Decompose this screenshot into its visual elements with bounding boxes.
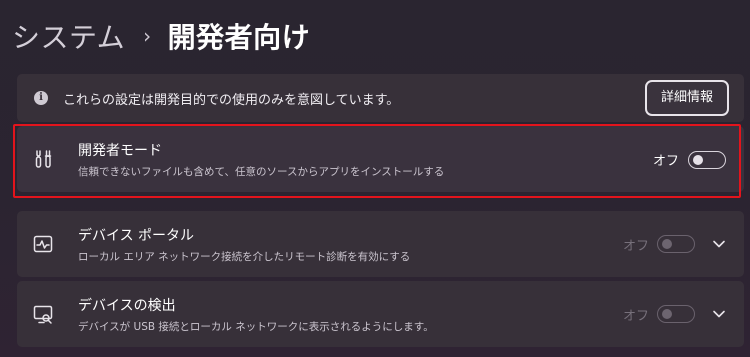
breadcrumb: システム › 開発者向け (12, 14, 310, 58)
device-discovery-description: デバイスが USB 接続とローカル ネットワークに表示されるようにします。 (78, 321, 434, 333)
info-banner: i これらの設定は開発目的での使用のみを意図しています。 詳細情報 (17, 74, 744, 122)
device-portal-toggle-label: オフ (623, 239, 650, 254)
chevron-down-icon[interactable] (712, 239, 726, 249)
device-discovery-title: デバイスの検出 (78, 298, 176, 314)
device-discovery-toggle-label: オフ (623, 309, 650, 324)
device-discovery-row[interactable]: デバイスの検出 デバイスが USB 接続とローカル ネットワークに表示されるよう… (17, 281, 744, 347)
device-portal-icon (33, 235, 53, 253)
device-portal-toggle[interactable] (657, 235, 695, 253)
more-info-button[interactable]: 詳細情報 (645, 80, 729, 116)
device-portal-description: ローカル エリア ネットワーク接続を介したリモート診断を有効にする (78, 251, 411, 263)
breadcrumb-separator: › (143, 24, 152, 48)
toggle-knob (662, 309, 672, 319)
info-icon: i (34, 91, 48, 105)
info-text: これらの設定は開発目的での使用のみを意図しています。 (63, 93, 400, 108)
breadcrumb-system-link[interactable]: システム (12, 16, 125, 56)
device-portal-row[interactable]: デバイス ポータル ローカル エリア ネットワーク接続を介したリモート診断を有効… (17, 211, 744, 277)
toggle-knob (662, 239, 672, 249)
device-discovery-toggle[interactable] (657, 305, 695, 323)
page-title: 開発者向け (167, 21, 311, 54)
device-discovery-icon (33, 305, 53, 324)
device-portal-title: デバイス ポータル (78, 228, 195, 244)
chevron-down-icon[interactable] (712, 309, 726, 319)
highlight-frame (13, 124, 741, 198)
